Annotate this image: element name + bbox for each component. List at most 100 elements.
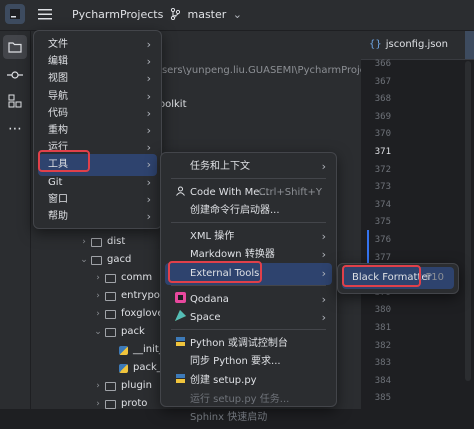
- chevron-right-icon[interactable]: ›: [93, 269, 103, 287]
- tree-item-label: comm: [121, 272, 153, 283]
- menu-item-item[interactable]: 创建命令行启动器...: [165, 200, 332, 222]
- line-number: 377: [374, 252, 391, 263]
- python-file-icon: [119, 363, 128, 373]
- chevron-down-icon[interactable]: ⌄: [79, 251, 89, 269]
- menu-item-label: Python 或调试控制台: [190, 337, 288, 349]
- editor-tab[interactable]: {} jsconfig.json: [369, 39, 448, 50]
- menu-item-black-formatter[interactable]: Black Formatter F10: [342, 267, 454, 289]
- tree-item-label: plugin: [121, 380, 152, 391]
- chevron-right-icon: ›: [321, 311, 326, 325]
- chevron-right-icon: ›: [146, 210, 151, 223]
- menu-item-item[interactable]: 帮助 ›: [38, 206, 157, 228]
- menu-item-label: 创建命令行启动器...: [190, 205, 280, 217]
- python-icon: [175, 373, 186, 384]
- tree-item-label: foxglove: [121, 308, 164, 319]
- menu-item-label: 代码: [48, 107, 68, 119]
- tab-label: jsconfig.json: [385, 39, 448, 50]
- branch-icon: [170, 8, 180, 20]
- branch-switcher[interactable]: master ⌄: [170, 8, 242, 21]
- menu-item-label: Git: [48, 176, 63, 188]
- folder-icon: [105, 399, 116, 409]
- menu-item-label: Black Formatter: [352, 272, 432, 283]
- project-root-label: oolkit: [159, 99, 187, 110]
- line-number: 375: [374, 217, 391, 228]
- external-tools-submenu: Black Formatter F10: [337, 263, 459, 294]
- project-name: PycharmProjects: [72, 8, 164, 21]
- menu-separator: [171, 221, 326, 223]
- folder-icon: [8, 41, 22, 53]
- structure-tool-button[interactable]: [3, 89, 27, 113]
- chevron-right-icon[interactable]: ›: [93, 287, 103, 305]
- commit-icon: [7, 70, 23, 80]
- tree-item-label: proto: [121, 398, 148, 409]
- chevron-right-icon[interactable]: ›: [79, 233, 89, 251]
- tools-submenu: 任务和上下文 › Code With Me... Ctrl+Shift+Y 创建命令行启…: [160, 152, 337, 423]
- chevron-right-icon: ›: [321, 160, 326, 173]
- tree-item-label: pack: [121, 326, 145, 337]
- main-menu: 文件 › 编辑 › 视图 › 导航 › 代码 › 重构 › 运行 › 工具 › Git › 窗口 › 帮助 ›: [33, 30, 162, 229]
- tree-item-label: gacd: [107, 254, 132, 265]
- menu-item-label: 帮助: [48, 211, 68, 222]
- menu-item-label: 运行: [48, 142, 68, 154]
- chevron-right-icon[interactable]: ›: [93, 305, 103, 323]
- line-number: 373: [374, 182, 391, 193]
- folder-icon: [105, 291, 116, 301]
- line-number: 380: [374, 305, 391, 316]
- menu-item-label: 导航: [48, 90, 68, 102]
- line-number: 385: [374, 393, 391, 404]
- chevron-right-icon[interactable]: ›: [93, 395, 103, 413]
- title-bar: PycharmProjects ⌄ master ⌄: [0, 0, 474, 31]
- tree-item-label: entrypoi: [121, 290, 163, 301]
- line-number: 381: [374, 323, 391, 333]
- folder-icon: [105, 327, 116, 337]
- line-number: 371: [374, 147, 391, 157]
- menu-item-label: External Tools: [190, 268, 260, 279]
- structure-icon: [8, 94, 22, 108]
- menu-item-label: 文件: [48, 39, 68, 50]
- menu-item-label: 视图: [48, 73, 68, 85]
- project-switcher[interactable]: PycharmProjects ⌄: [72, 8, 179, 21]
- menu-separator: [171, 284, 326, 286]
- line-number: 383: [374, 358, 391, 369]
- branch-name: master: [187, 8, 227, 21]
- menu-item-item[interactable]: 任务和上下文 ›: [165, 156, 332, 178]
- menu-item-shortcut: F10: [425, 272, 444, 283]
- menu-separator: [171, 328, 326, 330]
- menu-item-label: Code With Me...: [190, 186, 269, 198]
- menu-item-label: XML 操作: [190, 230, 235, 242]
- folder-icon: [91, 255, 102, 265]
- menu-item-label: 工具: [48, 159, 68, 171]
- more-tools-icon[interactable]: ⋯: [3, 117, 27, 141]
- editor-scrollbar[interactable]: [465, 61, 471, 381]
- editor-tab-bar: {} jsconfig.json: [361, 31, 474, 60]
- hamburger-menu-icon[interactable]: [38, 8, 52, 20]
- tool-window-strip: ⋯: [0, 31, 31, 409]
- menu-item-label: Sphinx 快速启动: [190, 412, 268, 424]
- menu-item-label: 重构: [48, 125, 68, 136]
- braces-icon: {}: [369, 39, 382, 50]
- folder-icon: [105, 381, 116, 391]
- menu-item-label: 窗口: [48, 193, 68, 205]
- space-icon: [175, 310, 186, 322]
- menu-item-label: 同步 Python 要求...: [190, 356, 281, 368]
- chevron-right-icon[interactable]: ›: [93, 377, 103, 395]
- menu-item-label: 运行 setup.py 任务...: [190, 393, 290, 405]
- project-path: Jsers\yunpeng.liu.GUASEMI\PycharmProject…: [159, 65, 381, 76]
- app-logo-icon[interactable]: [5, 4, 25, 24]
- menu-item-space[interactable]: Space ›: [165, 307, 332, 329]
- menu-item-label: 创建 setup.py: [190, 375, 257, 386]
- folder-icon: [105, 273, 116, 283]
- line-number: 384: [374, 375, 391, 386]
- line-number: 382: [374, 340, 391, 351]
- folder-icon: [105, 309, 116, 319]
- project-tool-button[interactable]: [3, 35, 27, 59]
- qodana-icon: [175, 291, 186, 303]
- tab-overflow[interactable]: [465, 31, 474, 59]
- chevron-down-icon[interactable]: ⌄: [93, 323, 103, 341]
- python-console-icon: [175, 336, 186, 347]
- chevron-right-icon: ›: [321, 267, 326, 280]
- menu-item-label: Markdown 转换器: [190, 249, 275, 261]
- commit-tool-button[interactable]: [3, 63, 27, 87]
- menu-item-external-tools[interactable]: External Tools ›: [165, 263, 332, 285]
- menu-separator: [171, 177, 326, 179]
